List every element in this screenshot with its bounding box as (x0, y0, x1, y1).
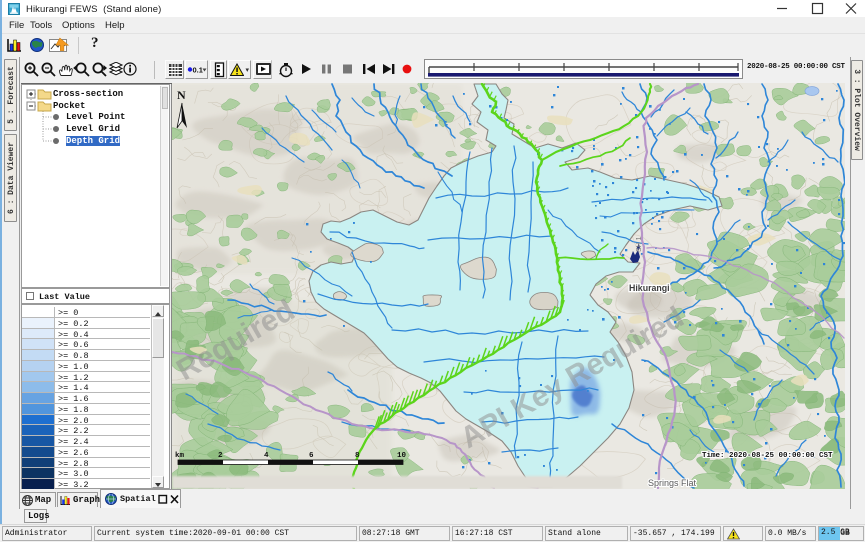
svg-text:N: N (177, 88, 186, 102)
svg-text:4: 4 (264, 452, 269, 460)
svg-text:Time: 2020-08-25 00:00:00 CST: Time: 2020-08-25 00:00:00 CST (702, 452, 833, 460)
svg-text:km: km (175, 452, 185, 460)
svg-text:2: 2 (218, 452, 223, 460)
svg-text:10: 10 (397, 452, 407, 460)
svg-text:8: 8 (355, 452, 360, 460)
svg-text:Hikurangi: Hikurangi (629, 283, 670, 293)
svg-text:Springs Flat: Springs Flat (648, 478, 697, 488)
svg-text:6: 6 (309, 452, 314, 460)
svg-text:SH 1: SH 1 (636, 236, 643, 252)
svg-text:0.1: 0.1 (193, 66, 203, 75)
